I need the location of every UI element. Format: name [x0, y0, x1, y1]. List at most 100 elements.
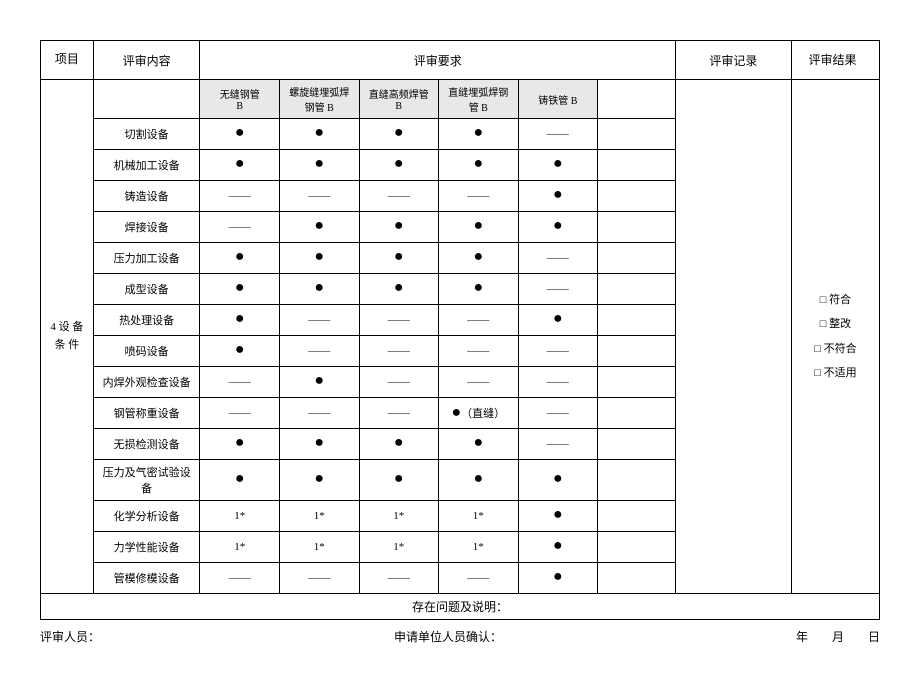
result-option-1[interactable]: □ 整改 [798, 312, 873, 336]
mark-12-1: 1* [279, 501, 359, 532]
mark-0-0: ● [200, 119, 280, 150]
subhead-1: 螺旋缝埋弧焊钢管 B [279, 80, 359, 119]
item-name-14: 管模修模设备 [93, 563, 200, 594]
subhead-3: 直缝埋弧焊钢管 B [439, 80, 519, 119]
mark-2-4: ● [518, 181, 598, 212]
mark-4-2: ● [359, 243, 439, 274]
mark-8-4: —— [518, 367, 598, 398]
mark-9-4: —— [518, 398, 598, 429]
footer-reviewer: 评审人员： [40, 628, 100, 645]
footer-confirm: 申请单位人员确认： [394, 628, 502, 645]
item-name-0: 切割设备 [93, 119, 200, 150]
section-label: 4 设 备条 件 [41, 80, 94, 594]
mark-12-0: 1* [200, 501, 280, 532]
mark-spacer-1 [598, 150, 676, 181]
mark-spacer-11 [598, 460, 676, 501]
mark-4-0: ● [200, 243, 280, 274]
mark-spacer-4 [598, 243, 676, 274]
mark-spacer-2 [598, 181, 676, 212]
blank-content [93, 80, 200, 119]
mark-13-3: 1* [439, 532, 519, 563]
mark-3-4: ● [518, 212, 598, 243]
mark-3-3: ● [439, 212, 519, 243]
mark-11-2: ● [359, 460, 439, 501]
subhead-4: 铸铁管 B [518, 80, 598, 119]
mark-spacer-13 [598, 532, 676, 563]
mark-9-0: —— [200, 398, 280, 429]
mark-5-3: ● [439, 274, 519, 305]
mark-13-1: 1* [279, 532, 359, 563]
mark-12-4: ● [518, 501, 598, 532]
mark-3-0: —— [200, 212, 280, 243]
result-option-2[interactable]: □ 不符合 [798, 337, 873, 361]
mark-8-2: —— [359, 367, 439, 398]
mark-6-2: —— [359, 305, 439, 336]
mark-5-0: ● [200, 274, 280, 305]
mark-1-4: ● [518, 150, 598, 181]
mark-6-4: ● [518, 305, 598, 336]
footer-date: 年 月 日 [796, 628, 880, 645]
item-name-4: 压力加工设备 [93, 243, 200, 274]
mark-2-0: —— [200, 181, 280, 212]
review-table: 项目评审内容评审要求评审记录评审结果 4 设 备条 件 无缝钢管B螺旋缝埋弧焊钢管 … [40, 40, 880, 620]
mark-5-4: —— [518, 274, 598, 305]
mark-1-2: ● [359, 150, 439, 181]
mark-14-0: —— [200, 563, 280, 594]
header-project: 项目 [41, 41, 94, 80]
mark-4-3: ● [439, 243, 519, 274]
mark-13-0: 1* [200, 532, 280, 563]
mark-11-0: ● [200, 460, 280, 501]
mark-2-2: —— [359, 181, 439, 212]
mark-spacer-10 [598, 429, 676, 460]
header-requirement: 评审要求 [200, 41, 676, 80]
mark-spacer-9 [598, 398, 676, 429]
mark-spacer-3 [598, 212, 676, 243]
mark-0-4: —— [518, 119, 598, 150]
item-name-2: 铸造设备 [93, 181, 200, 212]
mark-spacer-8 [598, 367, 676, 398]
mark-10-1: ● [279, 429, 359, 460]
mark-2-1: —— [279, 181, 359, 212]
item-name-10: 无损检测设备 [93, 429, 200, 460]
result-option-3[interactable]: □ 不适用 [798, 361, 873, 385]
mark-11-1: ● [279, 460, 359, 501]
mark-spacer-12 [598, 501, 676, 532]
header-content: 评审内容 [93, 41, 200, 80]
mark-14-2: —— [359, 563, 439, 594]
mark-spacer-14 [598, 563, 676, 594]
mark-7-0: ● [200, 336, 280, 367]
item-name-9: 钢管称重设备 [93, 398, 200, 429]
mark-10-2: ● [359, 429, 439, 460]
mark-1-0: ● [200, 150, 280, 181]
mark-0-2: ● [359, 119, 439, 150]
item-name-6: 热处理设备 [93, 305, 200, 336]
item-name-13: 力学性能设备 [93, 532, 200, 563]
item-name-1: 机械加工设备 [93, 150, 200, 181]
notes-cell: 存在问题及说明： [41, 594, 880, 620]
mark-0-3: ● [439, 119, 519, 150]
mark-1-1: ● [279, 150, 359, 181]
item-name-11: 压力及气密试验设备 [93, 460, 200, 501]
mark-6-0: ● [200, 305, 280, 336]
subhead-0: 无缝钢管B [200, 80, 280, 119]
mark-8-3: —— [439, 367, 519, 398]
result-option-0[interactable]: □ 符合 [798, 288, 873, 312]
item-name-3: 焊接设备 [93, 212, 200, 243]
item-name-7: 喷码设备 [93, 336, 200, 367]
mark-8-1: ● [279, 367, 359, 398]
result-area: □ 符合□ 整改□ 不符合□ 不适用 [791, 80, 879, 594]
mark-4-1: ● [279, 243, 359, 274]
mark-spacer-5 [598, 274, 676, 305]
mark-2-3: —— [439, 181, 519, 212]
mark-0-1: ● [279, 119, 359, 150]
header-result: 评审结果 [791, 41, 879, 80]
mark-4-4: —— [518, 243, 598, 274]
mark-7-2: —— [359, 336, 439, 367]
mark-10-3: ● [439, 429, 519, 460]
mark-14-4: ● [518, 563, 598, 594]
mark-12-3: 1* [439, 501, 519, 532]
header-record: 评审记录 [675, 41, 791, 80]
item-name-12: 化学分析设备 [93, 501, 200, 532]
mark-5-1: ● [279, 274, 359, 305]
footer-line: 评审人员： 申请单位人员确认： 年 月 日 [40, 628, 880, 645]
